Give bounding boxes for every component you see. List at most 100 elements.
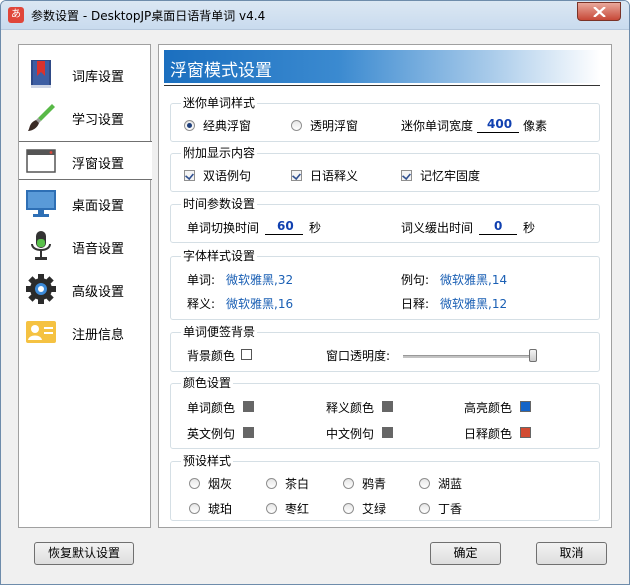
jp-meaning-color-swatch[interactable] <box>520 427 531 438</box>
word-color-swatch[interactable] <box>243 401 254 412</box>
cancel-button[interactable]: 取消 <box>536 542 607 565</box>
group-colors: 颜色设置 单词颜色 释义颜色 高亮颜色 英文例句 中文例句 日释颜色 <box>170 374 600 449</box>
font-meaning-link[interactable]: 微软雅黑,16 <box>226 295 293 312</box>
font-word-link[interactable]: 微软雅黑,32 <box>226 271 293 288</box>
jp-meaning-color-label: 日释颜色 <box>464 427 513 441</box>
preset-label: 艾绿 <box>362 502 387 516</box>
content-panel: 浮窗模式设置 迷你单词样式 经典浮窗 透明浮窗 迷你单词宽度 400 像素 附加… <box>158 44 612 528</box>
book-icon <box>31 60 51 88</box>
preset-radio[interactable] <box>343 478 354 489</box>
highlight-color-label: 高亮颜色 <box>464 401 513 415</box>
preset-radio[interactable] <box>266 503 277 514</box>
font-jp-label: 日释: <box>401 297 430 311</box>
font-example-link[interactable]: 微软雅黑,14 <box>440 271 507 288</box>
group-title: 迷你单词样式 <box>181 94 258 111</box>
opacity-label: 窗口透明度: <box>326 349 391 363</box>
preset-radio[interactable] <box>343 503 354 514</box>
header-divider <box>164 85 600 86</box>
sidebar: 词库设置 学习设置 浮窗设置 桌面设置 语音设置 高级设置 注册信息 <box>18 44 152 528</box>
font-jp-link[interactable]: 微软雅黑,12 <box>440 295 507 312</box>
switch-time-underline <box>265 234 303 235</box>
preset-radio[interactable] <box>189 503 200 514</box>
checkbox-bilingual[interactable] <box>184 170 195 181</box>
mini-width-underline <box>477 132 519 133</box>
preset-label: 湖蓝 <box>438 477 463 491</box>
sidebar-item-label: 学习设置 <box>72 113 125 128</box>
monitor-icon <box>26 190 56 217</box>
preset-radio[interactable] <box>189 478 200 489</box>
sidebar-item-advanced[interactable]: 高级设置 <box>19 270 150 307</box>
sidebar-item-voice[interactable]: 语音设置 <box>19 227 150 264</box>
preset-radio[interactable] <box>419 503 430 514</box>
checkbox-memory-label: 记忆牢固度 <box>420 169 481 183</box>
preset-label: 茶白 <box>285 477 310 491</box>
close-icon <box>593 7 606 17</box>
group-title: 单词便签背景 <box>181 323 258 340</box>
font-meaning-label: 释义: <box>187 297 216 311</box>
checkbox-memory[interactable] <box>401 170 412 181</box>
group-font: 字体样式设置 单词: 微软雅黑,32 例句: 微软雅黑,14 释义: 微软雅黑,… <box>170 247 600 320</box>
delay-time-input[interactable]: 0 <box>494 219 502 233</box>
sidebar-item-label: 语音设置 <box>72 242 125 257</box>
group-mini-style: 迷你单词样式 经典浮窗 透明浮窗 迷你单词宽度 400 像素 <box>170 94 600 142</box>
switch-time-input[interactable]: 60 <box>277 219 294 233</box>
mini-width-label: 迷你单词宽度 <box>401 119 474 133</box>
gear-icon <box>26 274 56 304</box>
meaning-color-label: 释义颜色 <box>326 401 375 415</box>
cn-example-color-label: 中文例句 <box>326 427 375 441</box>
en-example-color-swatch[interactable] <box>243 427 254 438</box>
sidebar-item-vocab[interactable]: 词库设置 <box>19 55 150 92</box>
close-button[interactable] <box>577 2 621 21</box>
preset-radio[interactable] <box>266 478 277 489</box>
delay-time-label: 词义缓出时间 <box>401 221 474 235</box>
opacity-slider-thumb[interactable] <box>529 349 537 362</box>
highlight-color-swatch[interactable] <box>520 401 531 412</box>
radio-transparent[interactable] <box>291 120 302 131</box>
mini-width-input[interactable]: 400 <box>487 117 512 131</box>
sidebar-item-label: 高级设置 <box>72 285 125 300</box>
checkbox-jp-meaning[interactable] <box>291 170 302 181</box>
preset-radio[interactable] <box>419 478 430 489</box>
ok-button[interactable]: 确定 <box>430 542 501 565</box>
switch-time-unit: 秒 <box>309 221 322 235</box>
sidebar-item-register[interactable]: 注册信息 <box>19 313 150 350</box>
radio-classic[interactable] <box>184 120 195 131</box>
sidebar-item-desktop[interactable]: 桌面设置 <box>19 184 150 221</box>
switch-time-label: 单词切换时间 <box>187 221 260 235</box>
window-icon <box>26 149 56 173</box>
group-presets: 预设样式 烟灰 茶白 鸦青 湖蓝 琥珀 枣红 艾绿 丁香 <box>170 452 600 521</box>
preset-label: 枣红 <box>285 502 310 516</box>
sidebar-item-float[interactable]: 浮窗设置 <box>19 141 152 180</box>
header-banner: 浮窗模式设置 <box>164 50 600 83</box>
settings-window: あ 参数设置 - DesktopJP桌面日语背单词 v4.4 词库设置 学习设置 <box>0 0 630 585</box>
microphone-icon <box>31 231 51 260</box>
id-card-icon <box>26 321 56 343</box>
delay-time-underline <box>479 234 517 235</box>
group-extra: 附加显示内容 双语例句 日语释义 记忆牢固度 <box>170 144 600 192</box>
cn-example-color-swatch[interactable] <box>382 427 393 438</box>
sidebar-item-label: 浮窗设置 <box>72 157 125 172</box>
preset-label: 丁香 <box>438 502 463 516</box>
delay-time-unit: 秒 <box>523 221 536 235</box>
sidebar-item-label: 词库设置 <box>72 70 125 85</box>
preset-label: 鸦青 <box>362 477 387 491</box>
brush-icon <box>28 104 55 131</box>
group-title: 颜色设置 <box>181 374 234 391</box>
radio-transparent-label: 透明浮窗 <box>310 119 359 133</box>
bg-color-swatch[interactable] <box>241 349 252 360</box>
group-title: 预设样式 <box>181 452 234 469</box>
restore-defaults-button[interactable]: 恢复默认设置 <box>34 542 134 565</box>
radio-classic-label: 经典浮窗 <box>203 119 252 133</box>
group-title: 字体样式设置 <box>181 247 258 264</box>
page-title: 浮窗模式设置 <box>170 61 272 81</box>
group-time: 时间参数设置 单词切换时间 60 秒 词义缓出时间 0 秒 <box>170 195 600 243</box>
preset-label: 烟灰 <box>208 477 233 491</box>
group-title: 附加显示内容 <box>181 144 258 161</box>
sidebar-item-study[interactable]: 学习设置 <box>19 98 150 135</box>
mini-width-unit: 像素 <box>523 119 548 133</box>
preset-label: 琥珀 <box>208 502 233 516</box>
meaning-color-swatch[interactable] <box>382 401 393 412</box>
sidebar-item-label: 桌面设置 <box>72 199 125 214</box>
opacity-slider-track[interactable] <box>403 355 537 358</box>
window-title: 参数设置 - DesktopJP桌面日语背单词 v4.4 <box>31 9 266 23</box>
